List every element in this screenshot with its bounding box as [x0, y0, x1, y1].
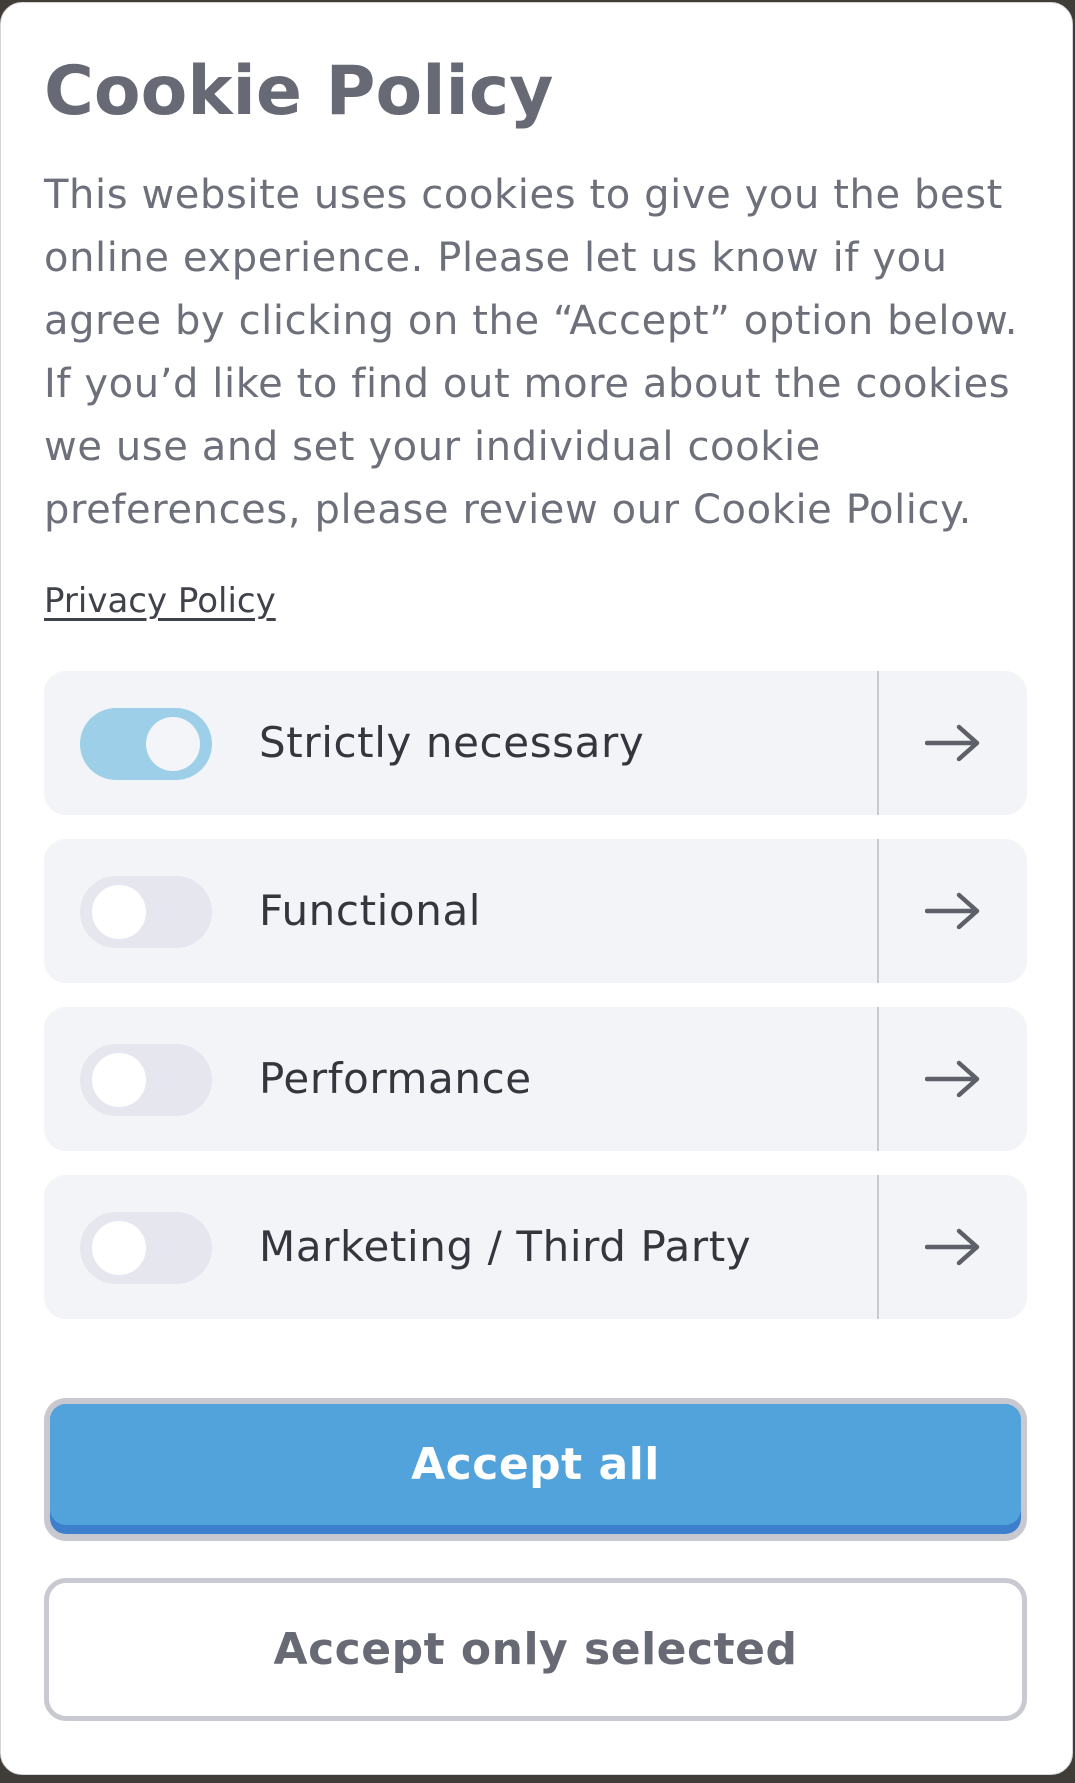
category-row-strictly-necessary: Strictly necessary: [44, 671, 1027, 815]
functional-toggle[interactable]: [80, 876, 212, 948]
functional-details-button[interactable]: [879, 839, 1027, 983]
accept-only-selected-button[interactable]: Accept only selected: [44, 1578, 1027, 1721]
toggle-knob: [92, 885, 146, 939]
performance-details-button[interactable]: [879, 1007, 1027, 1151]
marketing-details-button[interactable]: [879, 1175, 1027, 1319]
toggle-knob: [146, 717, 200, 771]
accept-only-selected-label: Accept only selected: [273, 1624, 798, 1675]
category-row-performance: Performance: [44, 1007, 1027, 1151]
dialog-description: This website uses cookies to give you th…: [44, 172, 1019, 533]
accept-all-label: Accept all: [411, 1439, 660, 1490]
privacy-policy-link[interactable]: Privacy Policy: [44, 579, 276, 623]
category-row-functional: Functional: [44, 839, 1027, 983]
accept-all-button-shadow: Accept all: [50, 1404, 1021, 1534]
arrow-right-icon: [925, 1228, 980, 1266]
category-label: Marketing / Third Party: [259, 1222, 752, 1271]
arrow-right-icon: [925, 724, 980, 762]
strictly-necessary-details-button[interactable]: [879, 671, 1027, 815]
category-row-marketing-third-party: Marketing / Third Party: [44, 1175, 1027, 1319]
toggle-knob: [92, 1053, 146, 1107]
category-label: Functional: [259, 886, 482, 935]
category-label: Strictly necessary: [259, 718, 645, 767]
performance-toggle[interactable]: [80, 1044, 212, 1116]
category-label: Performance: [259, 1054, 532, 1103]
dialog-title: Cookie Policy: [44, 52, 554, 131]
accept-all-button[interactable]: Accept all: [44, 1398, 1027, 1541]
arrow-right-icon: [925, 892, 980, 930]
toggle-knob: [92, 1221, 146, 1275]
strictly-necessary-toggle[interactable]: [80, 708, 212, 780]
arrow-right-icon: [925, 1060, 980, 1098]
cookie-policy-dialog: Cookie Policy This website uses cookies …: [0, 2, 1073, 1775]
marketing-toggle[interactable]: [80, 1212, 212, 1284]
accept-all-button-face: Accept all: [50, 1404, 1021, 1525]
